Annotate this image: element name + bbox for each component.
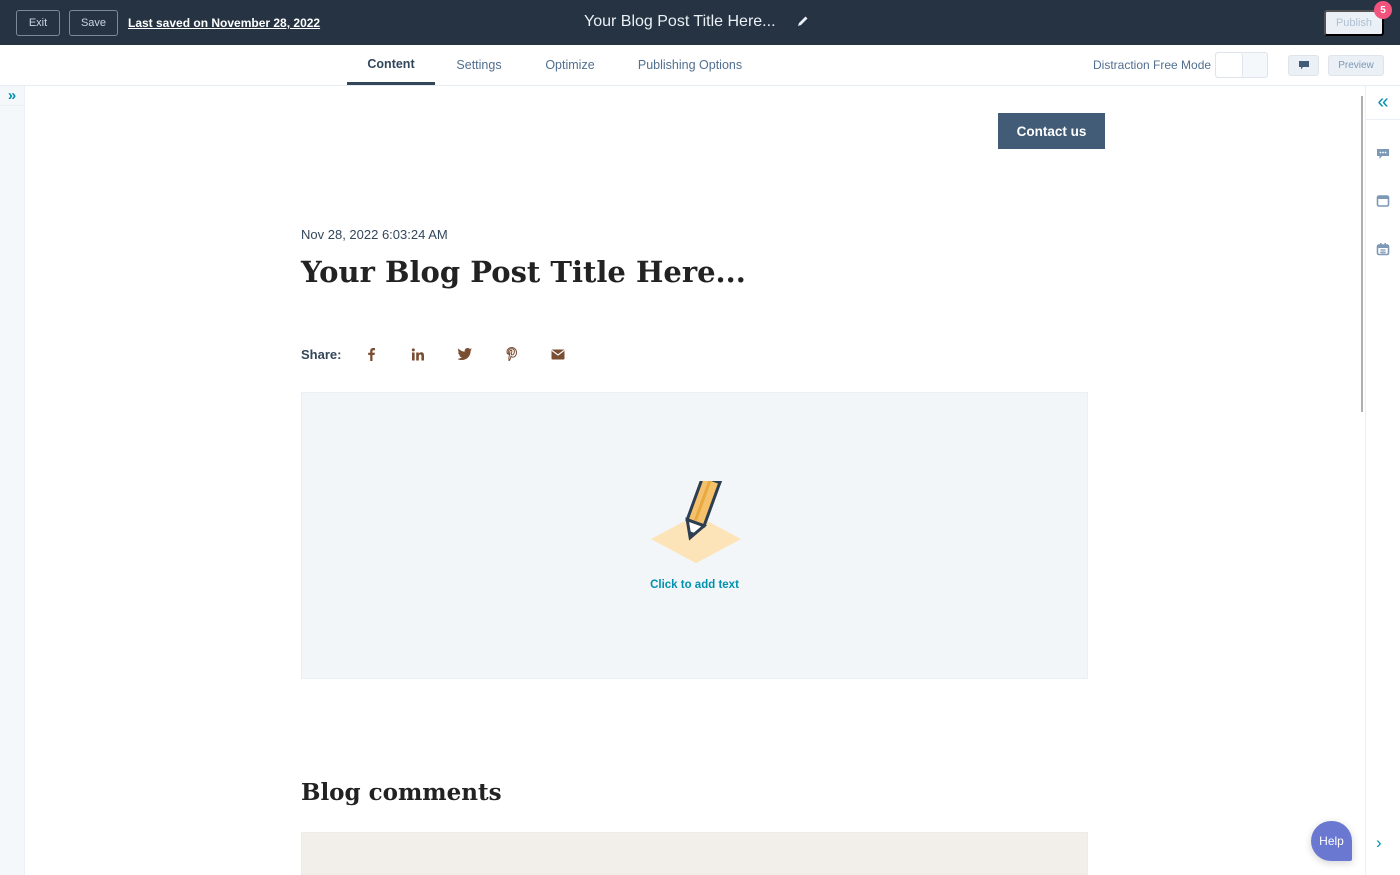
preview-button[interactable]: Preview (1328, 55, 1384, 76)
tab-publishing-options[interactable]: Publishing Options (630, 45, 750, 85)
last-saved-link[interactable]: Last saved on November 28, 2022 (128, 16, 320, 30)
email-icon[interactable] (550, 346, 566, 362)
post-date: Nov 28, 2022 6:03:24 AM (301, 227, 448, 242)
top-bar: Exit Save Last saved on November 28, 202… (0, 0, 1400, 45)
twitter-icon[interactable] (457, 346, 473, 362)
post-title[interactable]: Your Blog Post Title Here... (301, 255, 746, 289)
collapse-panel-icon[interactable]: « (1366, 86, 1400, 120)
pencil-icon[interactable] (796, 14, 810, 28)
notification-badge: 5 (1374, 1, 1392, 19)
tab-content[interactable]: Content (347, 45, 435, 85)
comments-module[interactable] (301, 832, 1088, 875)
distraction-free-label: Distraction Free Mode (1093, 58, 1212, 72)
linkedin-icon[interactable] (410, 346, 426, 362)
contact-us-button[interactable]: Contact us (998, 113, 1105, 149)
rich-text-module[interactable]: Click to add text (301, 392, 1088, 679)
comment-icon[interactable] (1376, 147, 1390, 161)
help-button[interactable]: Help (1311, 821, 1352, 861)
comments-button[interactable] (1288, 55, 1319, 76)
share-label: Share: (301, 347, 342, 362)
pencil-illustration-icon (651, 481, 741, 563)
layout-icon[interactable] (1376, 194, 1390, 208)
editor-tabs-bar: Content Settings Optimize Publishing Opt… (0, 45, 1400, 86)
tab-settings[interactable]: Settings (448, 45, 510, 85)
chevron-right-icon[interactable]: › (1376, 833, 1382, 853)
click-to-add-text[interactable]: Click to add text (302, 579, 1087, 591)
blog-comments-heading: Blog comments (301, 779, 502, 806)
facebook-icon[interactable] (363, 346, 379, 362)
pinterest-icon[interactable] (503, 346, 519, 362)
save-button[interactable]: Save (69, 10, 118, 36)
calendar-icon[interactable] (1376, 242, 1390, 256)
exit-button[interactable]: Exit (16, 10, 60, 36)
comment-icon (1298, 61, 1309, 70)
distraction-free-toggle[interactable] (1215, 52, 1268, 78)
right-sidebar-rail: « › (1365, 86, 1400, 875)
expand-sidebar-icon[interactable]: » (0, 86, 24, 106)
left-sidebar-rail: » (0, 86, 25, 875)
canvas-scrollbar[interactable] (1361, 96, 1363, 412)
tab-optimize[interactable]: Optimize (538, 45, 602, 85)
document-title[interactable]: Your Blog Post Title Here... (584, 13, 776, 31)
toggle-knob (1216, 53, 1243, 77)
